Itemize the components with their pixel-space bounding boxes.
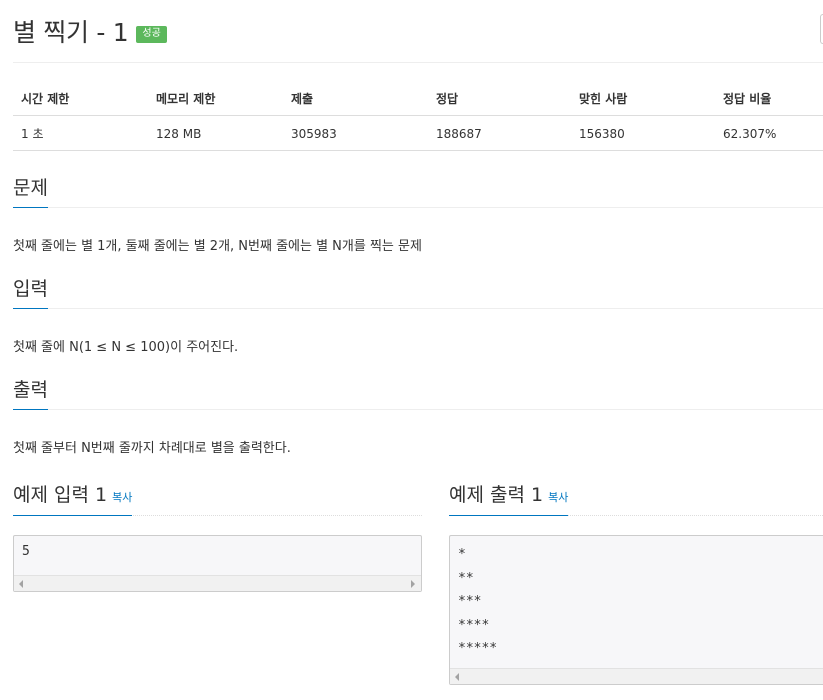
description-text: 첫째 줄에는 별 1개, 둘째 줄에는 별 2개, N번째 줄에는 별 N개를 …	[13, 239, 422, 254]
scroll-left-icon[interactable]	[19, 580, 23, 588]
sample-output-line: *	[458, 547, 466, 562]
cell-memory-limit: 128 MB	[148, 115, 283, 151]
scroll-right-icon[interactable]	[411, 580, 415, 588]
header-solved-users: 맞힌 사람	[571, 81, 715, 116]
input-heading: 입력	[13, 274, 48, 309]
problem-description-section: 문제 첫째 줄에는 별 1개, 둘째 줄에는 별 2개, N번째 줄에는 별 N…	[13, 173, 823, 254]
horizontal-scrollbar[interactable]	[450, 668, 823, 684]
sample-output-heading: 예제 출력 1 복사	[449, 480, 569, 516]
sample-output-line: ****	[458, 617, 490, 633]
header-accept-ratio: 정답 비율	[715, 81, 823, 116]
cell-accepted[interactable]: 188687	[428, 115, 571, 151]
page-title: 별 찍기 - 1	[13, 18, 129, 47]
header-memory-limit: 메모리 제한	[148, 81, 283, 116]
copy-output-link[interactable]: 복사	[548, 491, 568, 504]
title-divider	[13, 62, 823, 63]
title-row: 별 찍기 - 1 성공	[13, 14, 167, 48]
input-text: 첫째 줄에 N(1 ≤ N ≤ 100)이 주어진다.	[13, 340, 239, 355]
sample-input-line: 5	[22, 544, 30, 559]
output-text: 첫째 줄부터 N번째 줄까지 차례대로 별을 출력한다.	[13, 441, 291, 456]
section-divider	[13, 409, 823, 410]
sample-input-title: 예제 입력 1	[13, 484, 108, 506]
cell-time-limit: 1 초	[13, 115, 148, 151]
cell-solved-users[interactable]: 156380	[571, 115, 715, 151]
sample-input-header: 예제 입력 1 복사	[13, 480, 422, 516]
header-accepted: 정답	[428, 81, 571, 116]
header-time-limit: 시간 제한	[13, 81, 148, 116]
cell-accept-ratio: 62.307%	[715, 115, 823, 151]
output-heading: 출력	[13, 375, 48, 410]
description-heading: 문제	[13, 173, 48, 208]
table-row: 1 초 128 MB 305983 188687 156380 62.307%	[13, 115, 823, 151]
output-section: 출력 첫째 줄부터 N번째 줄까지 차례대로 별을 출력한다.	[13, 375, 823, 456]
cell-submissions[interactable]: 305983	[283, 115, 428, 151]
problem-info-table: 시간 제한 메모리 제한 제출 정답 맞힌 사람 정답 비율 1 초 128 M…	[13, 81, 823, 151]
sample-input-box: 5	[13, 535, 422, 592]
sample-output-line: *****	[458, 641, 498, 656]
copy-input-link[interactable]: 복사	[112, 491, 132, 504]
table-header-row: 시간 제한 메모리 제한 제출 정답 맞힌 사람 정답 비율	[13, 81, 823, 116]
section-divider	[13, 308, 823, 309]
section-divider	[13, 207, 823, 208]
header-submissions: 제출	[283, 81, 428, 116]
horizontal-scrollbar[interactable]	[14, 575, 421, 591]
input-section: 입력 첫째 줄에 N(1 ≤ N ≤ 100)이 주어진다.	[13, 274, 823, 355]
sample-output-box: * ** *** **** *****	[449, 535, 823, 685]
sample-output-title: 예제 출력 1	[449, 484, 544, 506]
sample-output-header: 예제 출력 1 복사	[449, 480, 823, 516]
sample-output-line: ***	[458, 594, 482, 609]
sample-output-line: **	[458, 570, 474, 586]
status-badge: 성공	[136, 25, 167, 43]
sample-input-heading: 예제 입력 1 복사	[13, 480, 133, 516]
scroll-left-icon[interactable]	[455, 673, 459, 681]
